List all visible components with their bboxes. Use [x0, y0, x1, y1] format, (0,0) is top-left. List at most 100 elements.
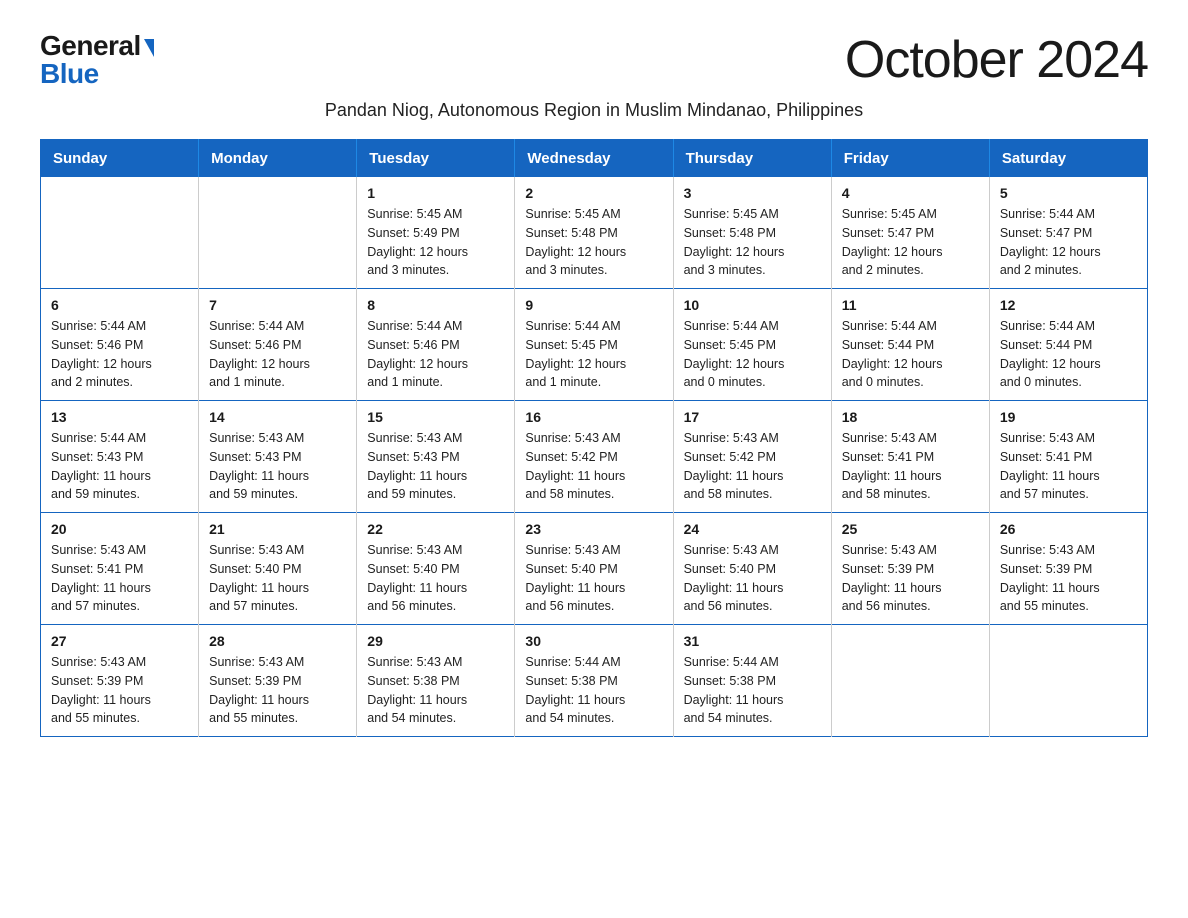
calendar: SundayMondayTuesdayWednesdayThursdayFrid… — [40, 139, 1148, 737]
calendar-cell: 29 Sunrise: 5:43 AMSunset: 5:38 PMDayligh… — [357, 625, 515, 737]
day-info: Sunrise: 5:43 AMSunset: 5:43 PMDaylight:… — [367, 429, 504, 504]
day-number: 24 — [684, 521, 821, 537]
day-number: 11 — [842, 297, 979, 313]
day-info: Sunrise: 5:43 AMSunset: 5:40 PMDaylight:… — [367, 541, 504, 616]
calendar-week-2: 6 Sunrise: 5:44 AMSunset: 5:46 PMDaylight… — [41, 289, 1148, 401]
day-number: 25 — [842, 521, 979, 537]
calendar-cell: 30Sunrise: 5:44 AMSunset: 5:38 PMDayligh… — [515, 625, 673, 737]
calendar-cell: 11 Sunrise: 5:44 AMSunset: 5:44 PMDayligh… — [831, 289, 989, 401]
calendar-cell: 26 Sunrise: 5:43 AMSunset: 5:39 PMDayligh… — [989, 513, 1147, 625]
day-info: Sunrise: 5:44 AMSunset: 5:46 PMDaylight:… — [51, 317, 188, 392]
calendar-cell: 5 Sunrise: 5:44 AMSunset: 5:47 PMDaylight… — [989, 177, 1147, 289]
calendar-cell: 16Sunrise: 5:43 AMSunset: 5:42 PMDayligh… — [515, 401, 673, 513]
calendar-week-3: 13 Sunrise: 5:44 AMSunset: 5:43 PMDayligh… — [41, 401, 1148, 513]
day-number: 13 — [51, 409, 188, 425]
weekday-header-sunday: Sunday — [41, 140, 199, 178]
calendar-cell: 7Sunrise: 5:44 AMSunset: 5:46 PMDaylight… — [199, 289, 357, 401]
calendar-week-4: 20 Sunrise: 5:43 AMSunset: 5:41 PMDayligh… — [41, 513, 1148, 625]
calendar-cell — [41, 177, 199, 289]
day-info: Sunrise: 5:44 AMSunset: 5:46 PMDaylight:… — [367, 317, 504, 392]
calendar-cell — [831, 625, 989, 737]
weekday-header-monday: Monday — [199, 140, 357, 178]
day-info: Sunrise: 5:43 AMSunset: 5:39 PMDaylight:… — [209, 653, 346, 728]
day-number: 22 — [367, 521, 504, 537]
calendar-week-5: 27 Sunrise: 5:43 AMSunset: 5:39 PMDayligh… — [41, 625, 1148, 737]
day-number: 6 — [51, 297, 188, 313]
day-number: 3 — [684, 185, 821, 201]
day-info: Sunrise: 5:43 AMSunset: 5:40 PMDaylight:… — [209, 541, 346, 616]
day-number: 20 — [51, 521, 188, 537]
calendar-cell: 4Sunrise: 5:45 AMSunset: 5:47 PMDaylight… — [831, 177, 989, 289]
day-info: Sunrise: 5:45 AMSunset: 5:48 PMDaylight:… — [525, 205, 662, 280]
calendar-cell: 19Sunrise: 5:43 AMSunset: 5:41 PMDayligh… — [989, 401, 1147, 513]
day-number: 1 — [367, 185, 504, 201]
day-info: Sunrise: 5:43 AMSunset: 5:42 PMDaylight:… — [684, 429, 821, 504]
day-info: Sunrise: 5:43 AMSunset: 5:39 PMDaylight:… — [51, 653, 188, 728]
calendar-cell: 9 Sunrise: 5:44 AMSunset: 5:45 PMDaylight… — [515, 289, 673, 401]
day-info: Sunrise: 5:44 AMSunset: 5:47 PMDaylight:… — [1000, 205, 1137, 280]
calendar-cell: 13 Sunrise: 5:44 AMSunset: 5:43 PMDayligh… — [41, 401, 199, 513]
day-info: Sunrise: 5:43 AMSunset: 5:40 PMDaylight:… — [684, 541, 821, 616]
calendar-cell: 3 Sunrise: 5:45 AMSunset: 5:48 PMDaylight… — [673, 177, 831, 289]
calendar-cell: 22 Sunrise: 5:43 AMSunset: 5:40 PMDayligh… — [357, 513, 515, 625]
weekday-header-tuesday: Tuesday — [357, 140, 515, 178]
calendar-cell: 28 Sunrise: 5:43 AMSunset: 5:39 PMDayligh… — [199, 625, 357, 737]
calendar-cell: 25Sunrise: 5:43 AMSunset: 5:39 PMDayligh… — [831, 513, 989, 625]
weekday-header-saturday: Saturday — [989, 140, 1147, 178]
day-info: Sunrise: 5:43 AMSunset: 5:41 PMDaylight:… — [1000, 429, 1137, 504]
calendar-cell — [989, 625, 1147, 737]
weekday-header-friday: Friday — [831, 140, 989, 178]
day-info: Sunrise: 5:44 AMSunset: 5:38 PMDaylight:… — [684, 653, 821, 728]
day-info: Sunrise: 5:45 AMSunset: 5:49 PMDaylight:… — [367, 205, 504, 280]
day-info: Sunrise: 5:44 AMSunset: 5:38 PMDaylight:… — [525, 653, 662, 728]
calendar-cell: 10 Sunrise: 5:44 AMSunset: 5:45 PMDayligh… — [673, 289, 831, 401]
day-info: Sunrise: 5:45 AMSunset: 5:48 PMDaylight:… — [684, 205, 821, 280]
day-number: 2 — [525, 185, 662, 201]
day-info: Sunrise: 5:44 AMSunset: 5:44 PMDaylight:… — [842, 317, 979, 392]
calendar-cell: 18Sunrise: 5:43 AMSunset: 5:41 PMDayligh… — [831, 401, 989, 513]
day-info: Sunrise: 5:44 AMSunset: 5:45 PMDaylight:… — [525, 317, 662, 392]
day-number: 12 — [1000, 297, 1137, 313]
day-number: 17 — [684, 409, 821, 425]
subtitle: Pandan Niog, Autonomous Region in Muslim… — [40, 100, 1148, 121]
calendar-header-row: SundayMondayTuesdayWednesdayThursdayFrid… — [41, 140, 1148, 178]
day-info: Sunrise: 5:43 AMSunset: 5:43 PMDaylight:… — [209, 429, 346, 504]
calendar-cell: 2 Sunrise: 5:45 AMSunset: 5:48 PMDaylight… — [515, 177, 673, 289]
calendar-cell: 12Sunrise: 5:44 AMSunset: 5:44 PMDayligh… — [989, 289, 1147, 401]
calendar-cell: 31 Sunrise: 5:44 AMSunset: 5:38 PMDayligh… — [673, 625, 831, 737]
page-title: October 2024 — [845, 30, 1148, 90]
day-info: Sunrise: 5:43 AMSunset: 5:41 PMDaylight:… — [842, 429, 979, 504]
calendar-cell: 27 Sunrise: 5:43 AMSunset: 5:39 PMDayligh… — [41, 625, 199, 737]
day-number: 28 — [209, 633, 346, 649]
day-number: 15 — [367, 409, 504, 425]
day-info: Sunrise: 5:43 AMSunset: 5:39 PMDaylight:… — [1000, 541, 1137, 616]
day-number: 23 — [525, 521, 662, 537]
day-number: 9 — [525, 297, 662, 313]
weekday-header-thursday: Thursday — [673, 140, 831, 178]
calendar-cell: 14 Sunrise: 5:43 AMSunset: 5:43 PMDayligh… — [199, 401, 357, 513]
day-info: Sunrise: 5:43 AMSunset: 5:38 PMDaylight:… — [367, 653, 504, 728]
calendar-cell: 24 Sunrise: 5:43 AMSunset: 5:40 PMDayligh… — [673, 513, 831, 625]
day-info: Sunrise: 5:45 AMSunset: 5:47 PMDaylight:… — [842, 205, 979, 280]
day-info: Sunrise: 5:43 AMSunset: 5:40 PMDaylight:… — [525, 541, 662, 616]
calendar-week-1: 1 Sunrise: 5:45 AMSunset: 5:49 PMDaylight… — [41, 177, 1148, 289]
day-info: Sunrise: 5:44 AMSunset: 5:45 PMDaylight:… — [684, 317, 821, 392]
day-number: 31 — [684, 633, 821, 649]
calendar-cell: 21Sunrise: 5:43 AMSunset: 5:40 PMDayligh… — [199, 513, 357, 625]
calendar-cell: 15 Sunrise: 5:43 AMSunset: 5:43 PMDayligh… — [357, 401, 515, 513]
day-number: 29 — [367, 633, 504, 649]
calendar-cell: 20 Sunrise: 5:43 AMSunset: 5:41 PMDayligh… — [41, 513, 199, 625]
logo-blue-text: Blue — [40, 58, 99, 90]
logo: General Blue — [40, 30, 154, 90]
day-number: 8 — [367, 297, 504, 313]
day-number: 14 — [209, 409, 346, 425]
calendar-cell: 17 Sunrise: 5:43 AMSunset: 5:42 PMDayligh… — [673, 401, 831, 513]
day-number: 26 — [1000, 521, 1137, 537]
day-number: 27 — [51, 633, 188, 649]
weekday-header-wednesday: Wednesday — [515, 140, 673, 178]
day-number: 5 — [1000, 185, 1137, 201]
day-info: Sunrise: 5:44 AMSunset: 5:43 PMDaylight:… — [51, 429, 188, 504]
day-number: 10 — [684, 297, 821, 313]
calendar-cell: 1 Sunrise: 5:45 AMSunset: 5:49 PMDaylight… — [357, 177, 515, 289]
day-info: Sunrise: 5:43 AMSunset: 5:41 PMDaylight:… — [51, 541, 188, 616]
